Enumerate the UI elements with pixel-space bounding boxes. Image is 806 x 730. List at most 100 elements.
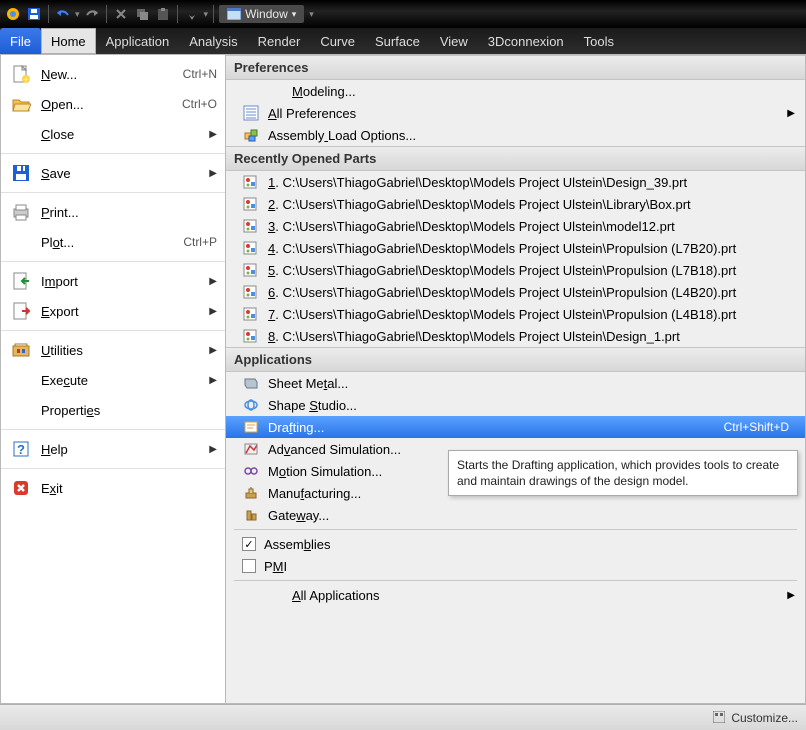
menu-open[interactable]: Open...Ctrl+O — [1, 89, 225, 119]
part-icon — [242, 284, 260, 300]
divider — [234, 580, 797, 581]
copy-icon[interactable] — [133, 5, 151, 23]
svg-text:?: ? — [17, 442, 25, 457]
help-icon: ? — [9, 438, 33, 460]
menu-label: Print... — [41, 205, 217, 220]
customize-link[interactable]: Customize... — [731, 711, 798, 725]
menu-label: Close — [41, 127, 205, 142]
tab-analysis[interactable]: Analysis — [179, 28, 247, 54]
separator — [177, 5, 178, 23]
menu-new[interactable]: New...Ctrl+N — [1, 59, 225, 89]
divider — [234, 529, 797, 530]
recent-file[interactable]: 7. C:\Users\ThiagoGabriel\Desktop\Models… — [226, 303, 805, 325]
tab-file[interactable]: File — [0, 28, 41, 54]
recent-file[interactable]: 6. C:\Users\ThiagoGabriel\Desktop\Models… — [226, 281, 805, 303]
part-icon — [242, 328, 260, 344]
menu-label: Save — [41, 166, 205, 181]
blank-icon — [9, 399, 33, 421]
motion-icon — [242, 463, 260, 479]
menu-export[interactable]: Export▶ — [1, 296, 225, 326]
menu-label: Exit — [41, 481, 217, 496]
menu-label: Properties — [41, 403, 217, 418]
tab-curve[interactable]: Curve — [310, 28, 365, 54]
shapestudio-icon — [242, 397, 260, 413]
item-label: 6. C:\Users\ThiagoGabriel\Desktop\Models… — [268, 285, 795, 300]
recent-file[interactable]: 4. C:\Users\ThiagoGabriel\Desktop\Models… — [226, 237, 805, 259]
file-menu-right: Preferences Modeling... All Preferences ▶ As… — [226, 55, 805, 703]
pref-modeling[interactable]: Modeling... — [226, 80, 805, 102]
blank-icon — [9, 123, 33, 145]
menu-utilities[interactable]: Utilities▶ — [1, 335, 225, 365]
drafting-icon — [242, 419, 260, 435]
window-menu-button[interactable]: Window ▾ — [219, 5, 304, 23]
tab-surface[interactable]: Surface — [365, 28, 430, 54]
toggle-assemblies[interactable]: ✓ Assemblies — [226, 533, 805, 555]
recent-file[interactable]: 2. C:\Users\ThiagoGabriel\Desktop\Models… — [226, 193, 805, 215]
checkbox[interactable] — [242, 559, 256, 573]
app-shape-studio[interactable]: Shape Studio... — [226, 394, 805, 416]
title-bar: ▾ ▾ Window ▾ ▾ — [0, 0, 806, 28]
item-label: Assembly Load Options... — [268, 128, 795, 143]
manufacturing-icon — [242, 485, 260, 501]
item-label: 4. C:\Users\ThiagoGabriel\Desktop\Models… — [268, 241, 795, 256]
submenu-arrow-icon: ▶ — [209, 129, 217, 140]
menu-save[interactable]: Save▶ — [1, 158, 225, 188]
tab-view[interactable]: View — [430, 28, 478, 54]
menu-import[interactable]: Import▶ — [1, 266, 225, 296]
item-label: Modeling... — [292, 84, 795, 99]
tab-application[interactable]: Application — [96, 28, 180, 54]
item-label: PMI — [264, 559, 795, 574]
app-drafting[interactable]: Drafting...Ctrl+Shift+D — [226, 416, 805, 438]
submenu-arrow-icon: ▶ — [787, 108, 795, 119]
app-sheet-metal[interactable]: Sheet Metal... — [226, 372, 805, 394]
menu-properties[interactable]: Properties — [1, 395, 225, 425]
recent-file[interactable]: 8. C:\Users\ThiagoGabriel\Desktop\Models… — [226, 325, 805, 347]
tab-3dconnexion[interactable]: 3Dconnexion — [478, 28, 574, 54]
submenu-arrow-icon: ▶ — [209, 276, 217, 287]
checkbox[interactable]: ✓ — [242, 537, 256, 551]
customize-icon — [713, 711, 727, 725]
redo-icon[interactable] — [83, 5, 101, 23]
menu-exit[interactable]: Exit — [1, 473, 225, 503]
item-label: 5. C:\Users\ThiagoGabriel\Desktop\Models… — [268, 263, 795, 278]
app-gateway[interactable]: Gateway... — [226, 504, 805, 526]
item-label: All Preferences — [268, 106, 783, 121]
paste-icon[interactable] — [154, 5, 172, 23]
item-label: Shape Studio... — [268, 398, 795, 413]
part-icon — [242, 174, 260, 190]
recent-file[interactable]: 5. C:\Users\ThiagoGabriel\Desktop\Models… — [226, 259, 805, 281]
save-toolbar-icon[interactable] — [25, 5, 43, 23]
part-icon — [242, 262, 260, 278]
menu-execute[interactable]: Execute▶ — [1, 365, 225, 395]
all-applications[interactable]: All Applications▶ — [226, 584, 805, 606]
tab-tools[interactable]: Tools — [574, 28, 624, 54]
item-label: Assemblies — [264, 537, 795, 552]
section-header: Preferences — [226, 55, 805, 80]
separator — [48, 5, 49, 23]
toggle-pmi[interactable]: PMI — [226, 555, 805, 577]
menu-label: Plot... — [41, 235, 183, 250]
menu-label: Help — [41, 442, 205, 457]
menu-print[interactable]: Print... — [1, 197, 225, 227]
part-icon — [242, 218, 260, 234]
tab-render[interactable]: Render — [248, 28, 311, 54]
recent-file[interactable]: 3. C:\Users\ThiagoGabriel\Desktop\Models… — [226, 215, 805, 237]
item-label: Sheet Metal... — [268, 376, 795, 391]
item-label: 2. C:\Users\ThiagoGabriel\Desktop\Models… — [268, 197, 795, 212]
tab-home[interactable]: Home — [41, 28, 96, 54]
sheetmetal-icon — [242, 375, 260, 391]
separator — [106, 5, 107, 23]
blank-icon — [9, 231, 33, 253]
shortcut: Ctrl+P — [183, 235, 217, 249]
menu-plot[interactable]: Plot...Ctrl+P — [1, 227, 225, 257]
pref-assembly-load-options[interactable]: Assembly Load Options... — [226, 124, 805, 146]
menu-help[interactable]: ?Help▶ — [1, 434, 225, 464]
import-icon — [9, 270, 33, 292]
pref-all-preferences[interactable]: All Preferences ▶ — [226, 102, 805, 124]
cut-icon[interactable] — [112, 5, 130, 23]
shortcut: Ctrl+O — [182, 97, 217, 111]
menu-close[interactable]: Close ▶ — [1, 119, 225, 149]
undo-icon[interactable] — [54, 5, 72, 23]
touch-icon[interactable] — [183, 5, 201, 23]
recent-file[interactable]: 1. C:\Users\ThiagoGabriel\Desktop\Models… — [226, 171, 805, 193]
